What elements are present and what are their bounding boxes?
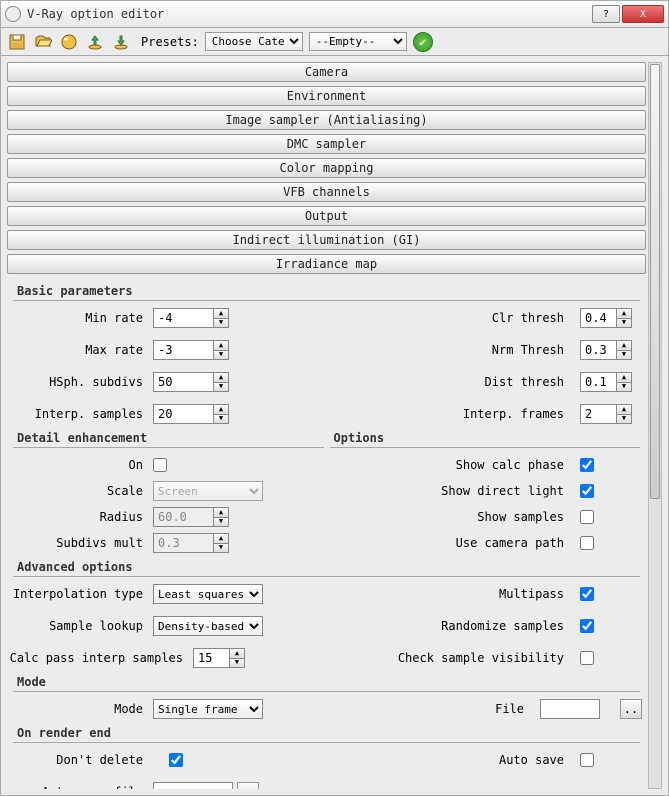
mode-file-browse-button[interactable]: .. (620, 699, 642, 719)
dist-thresh-label: Dist thresh (330, 375, 575, 389)
scrollbar-thumb[interactable] (650, 64, 660, 499)
help-button[interactable]: ? (592, 5, 620, 23)
save-icon[interactable] (7, 32, 27, 52)
detail-radius-label: Radius (13, 510, 153, 524)
auto-save-file-label: Auto save file (13, 785, 153, 789)
sphere-icon[interactable] (59, 32, 79, 52)
pedestal-up-icon[interactable] (85, 32, 105, 52)
calc-pass-interp-spinner[interactable]: ▲▼ (193, 648, 245, 668)
accordion-vfb-channels[interactable]: VFB channels (7, 182, 646, 202)
multipass-label: Multipass (330, 587, 575, 601)
interp-samples-label: Interp. samples (13, 407, 153, 421)
accordion-environment[interactable]: Environment (7, 86, 646, 106)
accordion-dmc-sampler[interactable]: DMC sampler (7, 134, 646, 154)
detail-subdivs-spinner[interactable]: ▲▼ (153, 533, 229, 553)
nrm-thresh-spinner[interactable]: ▲▼ (580, 340, 632, 360)
on-render-end-group: On render end Don't delete Auto save Aut… (13, 726, 640, 789)
detail-enhancement-legend: Detail enhancement (13, 431, 324, 445)
detail-subdivs-label: Subdivs mult (13, 536, 153, 550)
interp-type-label: Interpolation type (13, 587, 153, 601)
accordion-irradiance-map[interactable]: Irradiance map (7, 254, 646, 274)
accordion-camera[interactable]: Camera (7, 62, 646, 82)
auto-save-checkbox[interactable] (580, 753, 594, 767)
basic-parameters-legend: Basic parameters (13, 284, 640, 298)
accordion-image-sampler[interactable]: Image sampler (Antialiasing) (7, 110, 646, 130)
min-rate-spinner[interactable]: ▲▼ (153, 308, 229, 328)
use-camera-path-label: Use camera path (330, 536, 575, 550)
presets-category-select[interactable]: Choose Catego (205, 32, 303, 51)
sample-lookup-label: Sample lookup (13, 619, 153, 633)
window-title: V-Ray option editor (27, 7, 590, 21)
nrm-thresh-label: Nrm Thresh (330, 343, 575, 357)
vertical-scrollbar[interactable] (648, 62, 662, 789)
accordion-output[interactable]: Output (7, 206, 646, 226)
irradiance-map-panel: Basic parameters Min rate ▲▼ Clr thresh … (7, 278, 646, 789)
app-icon (5, 6, 21, 22)
mode-file-label: File (330, 702, 535, 716)
detail-radius-spinner[interactable]: ▲▼ (153, 507, 229, 527)
detail-scale-select[interactable]: Screen (153, 481, 263, 501)
title-bar: V-Ray option editor ? X (0, 0, 669, 28)
detail-enhancement-group: Detail enhancement On Scale Screen Radiu… (13, 431, 324, 556)
detail-on-checkbox[interactable] (153, 458, 167, 472)
multipass-checkbox[interactable] (580, 587, 594, 601)
show-calc-phase-label: Show calc phase (330, 458, 575, 472)
show-direct-light-label: Show direct light (330, 484, 575, 498)
auto-save-label: Auto save (330, 753, 575, 767)
dist-thresh-spinner[interactable]: ▲▼ (580, 372, 632, 392)
options-scroll-area: Camera Environment Image sampler (Antial… (7, 62, 646, 789)
show-direct-light-checkbox[interactable] (580, 484, 594, 498)
max-rate-spinner[interactable]: ▲▼ (153, 340, 229, 360)
presets-value-select[interactable]: --Empty-- (309, 32, 407, 51)
on-render-end-legend: On render end (13, 726, 640, 740)
use-camera-path-checkbox[interactable] (580, 536, 594, 550)
accordion-indirect-illumination[interactable]: Indirect illumination (GI) (7, 230, 646, 250)
randomize-samples-checkbox[interactable] (580, 619, 594, 633)
apply-preset-icon[interactable]: ✔ (413, 32, 433, 52)
mode-select[interactable]: Single frame (153, 699, 263, 719)
max-rate-label: Max rate (13, 343, 153, 357)
randomize-samples-label: Randomize samples (330, 619, 575, 633)
advanced-options-legend: Advanced options (13, 560, 640, 574)
close-button[interactable]: X (622, 5, 664, 23)
interp-samples-spinner[interactable]: ▲▼ (153, 404, 229, 424)
mode-group: Mode Mode Single frame File .. (13, 675, 640, 722)
hsph-subdivs-label: HSph. subdivs (13, 375, 153, 389)
mode-label: Mode (13, 702, 153, 716)
basic-parameters-group: Basic parameters Min rate ▲▼ Clr thresh … (13, 284, 640, 427)
mode-file-field[interactable] (540, 699, 600, 719)
min-rate-label: Min rate (13, 311, 153, 325)
pedestal-down-icon[interactable] (111, 32, 131, 52)
detail-on-label: On (13, 458, 153, 472)
clr-thresh-spinner[interactable]: ▲▼ (580, 308, 632, 328)
auto-save-file-browse-button[interactable]: .. (237, 782, 259, 789)
sample-lookup-select[interactable]: Density-based (153, 616, 263, 636)
presets-label: Presets: (141, 35, 199, 49)
interp-frames-spinner[interactable]: ▲▼ (580, 404, 632, 424)
show-samples-checkbox[interactable] (580, 510, 594, 524)
auto-save-file-field[interactable] (153, 782, 233, 789)
interp-frames-label: Interp. frames (330, 407, 575, 421)
open-icon[interactable] (33, 32, 53, 52)
check-sample-visibility-checkbox[interactable] (580, 651, 594, 665)
show-samples-label: Show samples (330, 510, 575, 524)
options-group: Options Show calc phase Show direct ligh… (330, 431, 641, 556)
options-legend: Options (330, 431, 641, 445)
hsph-subdivs-spinner[interactable]: ▲▼ (153, 372, 229, 392)
calc-pass-interp-label: Calc pass interp samples (13, 651, 193, 665)
dont-delete-checkbox[interactable] (169, 753, 183, 767)
interp-type-select[interactable]: Least squares (153, 584, 263, 604)
toolbar: Presets: Choose Catego --Empty-- ✔ (0, 28, 669, 56)
spinner-down-icon[interactable]: ▼ (213, 318, 229, 329)
detail-scale-label: Scale (13, 484, 153, 498)
accordion-color-mapping[interactable]: Color mapping (7, 158, 646, 178)
show-calc-phase-checkbox[interactable] (580, 458, 594, 472)
spinner-up-icon[interactable]: ▲ (213, 308, 229, 318)
clr-thresh-label: Clr thresh (330, 311, 575, 325)
check-sample-visibility-label: Check sample visibility (330, 651, 575, 665)
dont-delete-label: Don't delete (13, 753, 153, 767)
mode-legend: Mode (13, 675, 640, 689)
advanced-options-group: Advanced options Interpolation type Leas… (13, 560, 640, 671)
